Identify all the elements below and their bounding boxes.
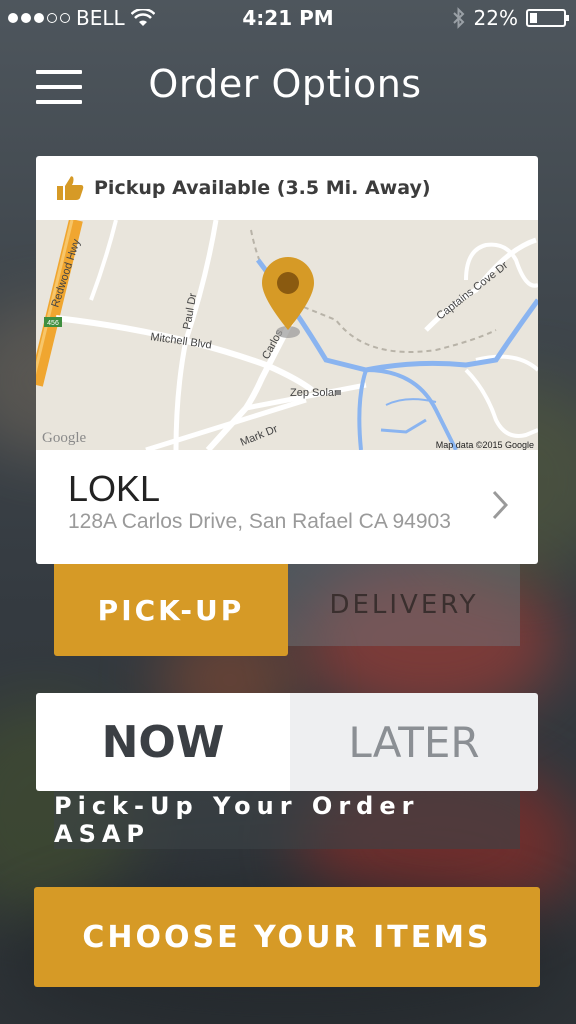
order-type-selector: PICK-UP DELIVERY (54, 564, 520, 656)
thumbs-up-icon (57, 176, 84, 200)
availability-text: Pickup Available (3.5 Mi. Away) (94, 177, 431, 199)
highway-shield-label: 456 (47, 320, 59, 327)
choose-items-button[interactable]: CHOOSE YOUR ITEMS (34, 887, 540, 987)
location-card[interactable]: Pickup Available (3.5 Mi. Away) 456 Redw… (36, 156, 538, 564)
venue-info[interactable]: LOKL 128A Carlos Drive, San Rafael CA 94… (36, 450, 538, 564)
page-title: Order Options (148, 62, 422, 106)
venue-name: LOKL (68, 468, 161, 509)
bluetooth-icon (452, 7, 464, 29)
battery-icon (526, 9, 569, 27)
status-bar: BELL 4:21 PM 22% (0, 0, 576, 36)
chevron-right-icon[interactable] (492, 490, 508, 520)
pickup-tab[interactable]: PICK-UP (54, 564, 288, 656)
google-logo: Google (42, 430, 87, 446)
location-map[interactable]: 456 Redwood Hwy Mitchell Blvd Paul Dr Ca… (36, 220, 538, 450)
pickup-availability: Pickup Available (3.5 Mi. Away) (36, 156, 538, 220)
battery-percentage: 22% (473, 6, 518, 30)
later-tab[interactable]: LATER (290, 693, 538, 791)
delivery-tab[interactable]: DELIVERY (288, 564, 520, 646)
venue-address: 128A Carlos Drive, San Rafael CA 94903 (68, 510, 451, 533)
now-tab[interactable]: NOW (36, 693, 290, 791)
map-label-zep-solar: Zep Solar (290, 387, 338, 399)
timing-message: Pick-Up Your Order ASAP (54, 791, 520, 849)
map-attribution: Map data ©2015 Google (436, 440, 534, 450)
timing-selector: NOW LATER (36, 693, 538, 791)
